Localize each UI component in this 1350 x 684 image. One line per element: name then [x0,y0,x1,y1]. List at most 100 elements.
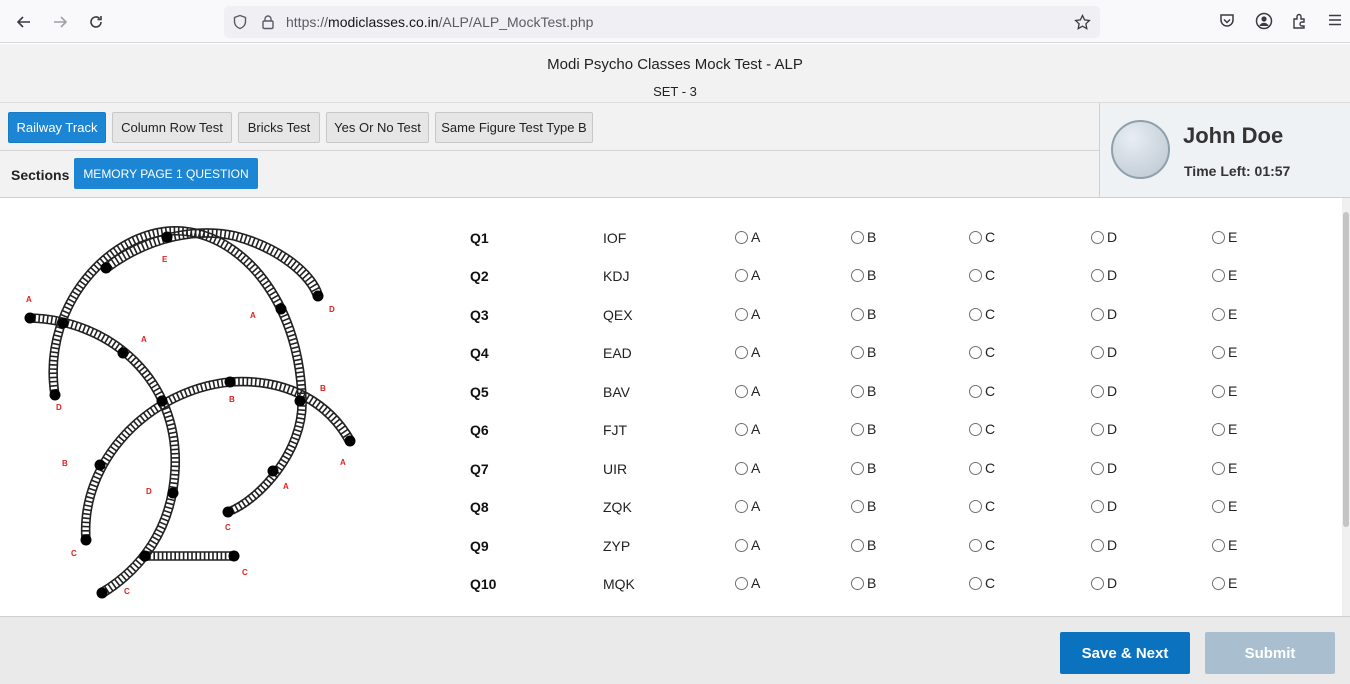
radio-button[interactable] [735,345,748,359]
option-b-radio[interactable]: B [851,383,876,399]
save-next-button[interactable]: Save & Next [1060,632,1190,674]
option-c-radio[interactable]: C [969,460,995,476]
option-e-radio[interactable]: E [1212,498,1237,514]
radio-button[interactable] [1212,538,1225,552]
option-b-radio[interactable]: B [851,306,876,322]
radio-button[interactable] [969,345,982,359]
radio-button[interactable] [969,384,982,398]
option-c-radio[interactable]: C [969,267,995,283]
option-b-radio[interactable]: B [851,421,876,437]
option-d-radio[interactable]: D [1091,460,1117,476]
extensions-icon[interactable] [1291,12,1311,32]
radio-button[interactable] [735,461,748,475]
option-c-radio[interactable]: C [969,421,995,437]
tab-bricks-test[interactable]: Bricks Test [238,112,320,143]
option-a-radio[interactable]: A [735,460,760,476]
tab-column-row-test[interactable]: Column Row Test [112,112,232,143]
radio-button[interactable] [969,499,982,513]
option-a-radio[interactable]: A [735,306,760,322]
radio-button[interactable] [735,307,748,321]
tab-same-figure-test-type-b[interactable]: Same Figure Test Type B [435,112,593,143]
option-c-radio[interactable]: C [969,306,995,322]
radio-button[interactable] [851,384,864,398]
option-a-radio[interactable]: A [735,383,760,399]
option-a-radio[interactable]: A [735,537,760,553]
lock-icon[interactable] [260,14,276,30]
option-a-radio[interactable]: A [735,267,760,283]
radio-button[interactable] [1091,538,1104,552]
radio-button[interactable] [1091,576,1104,590]
option-d-radio[interactable]: D [1091,229,1117,245]
option-d-radio[interactable]: D [1091,537,1117,553]
back-icon[interactable] [10,8,38,36]
radio-button[interactable] [1091,345,1104,359]
radio-button[interactable] [969,461,982,475]
radio-button[interactable] [735,268,748,282]
radio-button[interactable] [851,499,864,513]
radio-button[interactable] [851,268,864,282]
option-e-radio[interactable]: E [1212,383,1237,399]
submit-button[interactable]: Submit [1205,632,1335,674]
option-d-radio[interactable]: D [1091,344,1117,360]
radio-button[interactable] [969,422,982,436]
option-a-radio[interactable]: A [735,229,760,245]
option-d-radio[interactable]: D [1091,267,1117,283]
radio-button[interactable] [1212,230,1225,244]
radio-button[interactable] [735,422,748,436]
option-b-radio[interactable]: B [851,460,876,476]
radio-button[interactable] [735,384,748,398]
radio-button[interactable] [735,538,748,552]
pocket-icon[interactable] [1218,12,1238,32]
radio-button[interactable] [1091,268,1104,282]
scroll-thumb[interactable] [1343,212,1349,527]
radio-button[interactable] [735,499,748,513]
tab-yes-or-no-test[interactable]: Yes Or No Test [326,112,429,143]
radio-button[interactable] [851,461,864,475]
option-e-radio[interactable]: E [1212,537,1237,553]
radio-button[interactable] [851,345,864,359]
menu-icon[interactable] [1327,12,1347,32]
option-a-radio[interactable]: A [735,575,760,591]
radio-button[interactable] [1091,230,1104,244]
radio-button[interactable] [969,576,982,590]
option-c-radio[interactable]: C [969,383,995,399]
radio-button[interactable] [735,230,748,244]
option-d-radio[interactable]: D [1091,498,1117,514]
radio-button[interactable] [1212,345,1225,359]
radio-button[interactable] [1091,307,1104,321]
radio-button[interactable] [1212,422,1225,436]
radio-button[interactable] [1091,499,1104,513]
option-e-radio[interactable]: E [1212,306,1237,322]
radio-button[interactable] [1091,422,1104,436]
option-b-radio[interactable]: B [851,575,876,591]
option-e-radio[interactable]: E [1212,229,1237,245]
radio-button[interactable] [1212,461,1225,475]
radio-button[interactable] [1091,461,1104,475]
radio-button[interactable] [851,307,864,321]
option-d-radio[interactable]: D [1091,383,1117,399]
option-b-radio[interactable]: B [851,229,876,245]
option-e-radio[interactable]: E [1212,460,1237,476]
option-b-radio[interactable]: B [851,498,876,514]
option-b-radio[interactable]: B [851,344,876,360]
radio-button[interactable] [969,268,982,282]
option-d-radio[interactable]: D [1091,421,1117,437]
radio-button[interactable] [851,576,864,590]
option-e-radio[interactable]: E [1212,344,1237,360]
option-a-radio[interactable]: A [735,344,760,360]
option-e-radio[interactable]: E [1212,421,1237,437]
radio-button[interactable] [1212,307,1225,321]
section-memory-page-1[interactable]: MEMORY PAGE 1 QUESTION [74,158,258,189]
radio-button[interactable] [1212,576,1225,590]
address-bar[interactable]: https://modiclasses.co.in/ALP/ALP_MockTe… [224,6,1100,38]
tab-railway-track[interactable]: Railway Track [8,112,106,143]
radio-button[interactable] [969,230,982,244]
option-e-radio[interactable]: E [1212,575,1237,591]
option-d-radio[interactable]: D [1091,306,1117,322]
reload-icon[interactable] [82,8,110,36]
shield-icon[interactable] [232,14,248,30]
radio-button[interactable] [1212,499,1225,513]
bookmark-star-icon[interactable] [1074,13,1091,30]
radio-button[interactable] [851,538,864,552]
radio-button[interactable] [1212,268,1225,282]
